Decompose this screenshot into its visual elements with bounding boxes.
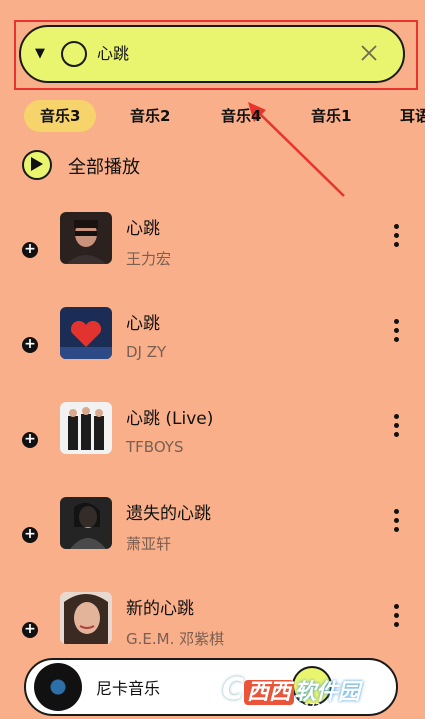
add-icon[interactable]: + xyxy=(22,527,38,543)
song-artist: 王力宏 xyxy=(126,250,172,268)
song-artist: 萧亚轩 xyxy=(126,535,172,553)
list-item[interactable]: + 遗失的心跳 萧亚轩 xyxy=(0,497,425,589)
album-cover xyxy=(60,307,112,359)
search-input[interactable]: 心跳 xyxy=(97,42,129,66)
list-item[interactable]: + 心跳 王力宏 xyxy=(0,212,425,304)
play-all-label: 全部播放 xyxy=(68,157,140,178)
add-icon[interactable]: + xyxy=(22,337,38,353)
song-title: 心跳 (Live) xyxy=(126,409,214,429)
tab-music1[interactable]: 音乐1 xyxy=(311,100,351,132)
watermark-url: CR173.COM xyxy=(292,702,345,711)
close-icon[interactable] xyxy=(357,41,381,65)
more-options-icon[interactable] xyxy=(392,509,400,539)
list-item[interactable]: + 心跳 DJ ZY xyxy=(0,307,425,399)
more-options-icon[interactable] xyxy=(392,414,400,444)
album-cover xyxy=(60,402,112,454)
category-tabs: 音乐3 音乐2 音乐4 音乐1 耳语 xyxy=(0,98,425,134)
more-options-icon[interactable] xyxy=(392,604,400,634)
album-cover xyxy=(60,497,112,549)
search-circle-icon xyxy=(61,41,87,67)
tab-music2[interactable]: 音乐2 xyxy=(130,100,170,132)
album-cover xyxy=(60,592,112,644)
tab-music3[interactable]: 音乐3 xyxy=(24,100,97,132)
more-options-icon[interactable] xyxy=(392,224,400,254)
song-title: 心跳 xyxy=(126,219,160,239)
tab-whisper[interactable]: 耳语 xyxy=(400,100,425,132)
list-item[interactable]: + 心跳 (Live) TFBOYS xyxy=(0,402,425,494)
album-cover xyxy=(60,212,112,264)
vinyl-disc-icon[interactable] xyxy=(34,663,82,711)
tab-music4[interactable]: 音乐4 xyxy=(221,100,261,132)
add-icon[interactable]: + xyxy=(22,242,38,258)
watermark-logo: C 西西 软件园 CR173.COM xyxy=(222,672,360,712)
now-playing-label: 尼卡音乐 xyxy=(96,679,161,698)
dropdown-triangle-icon[interactable]: ▼ xyxy=(35,43,45,65)
add-icon[interactable]: + xyxy=(22,432,38,448)
song-title: 心跳 xyxy=(126,314,160,334)
add-icon[interactable]: + xyxy=(22,622,38,638)
play-icon[interactable] xyxy=(22,150,52,180)
watermark-c-glyph: C xyxy=(222,672,245,707)
song-artist: TFBOYS xyxy=(126,438,184,456)
more-options-icon[interactable] xyxy=(392,319,400,349)
song-artist: G.E.M. 邓紫棋 xyxy=(126,630,225,648)
song-artist: DJ ZY xyxy=(126,343,167,361)
song-title: 新的心跳 xyxy=(126,599,194,619)
song-title: 遗失的心跳 xyxy=(126,504,211,524)
search-bar[interactable]: ▼ 心跳 xyxy=(19,25,405,83)
watermark-text-a: 西西 xyxy=(244,680,295,705)
